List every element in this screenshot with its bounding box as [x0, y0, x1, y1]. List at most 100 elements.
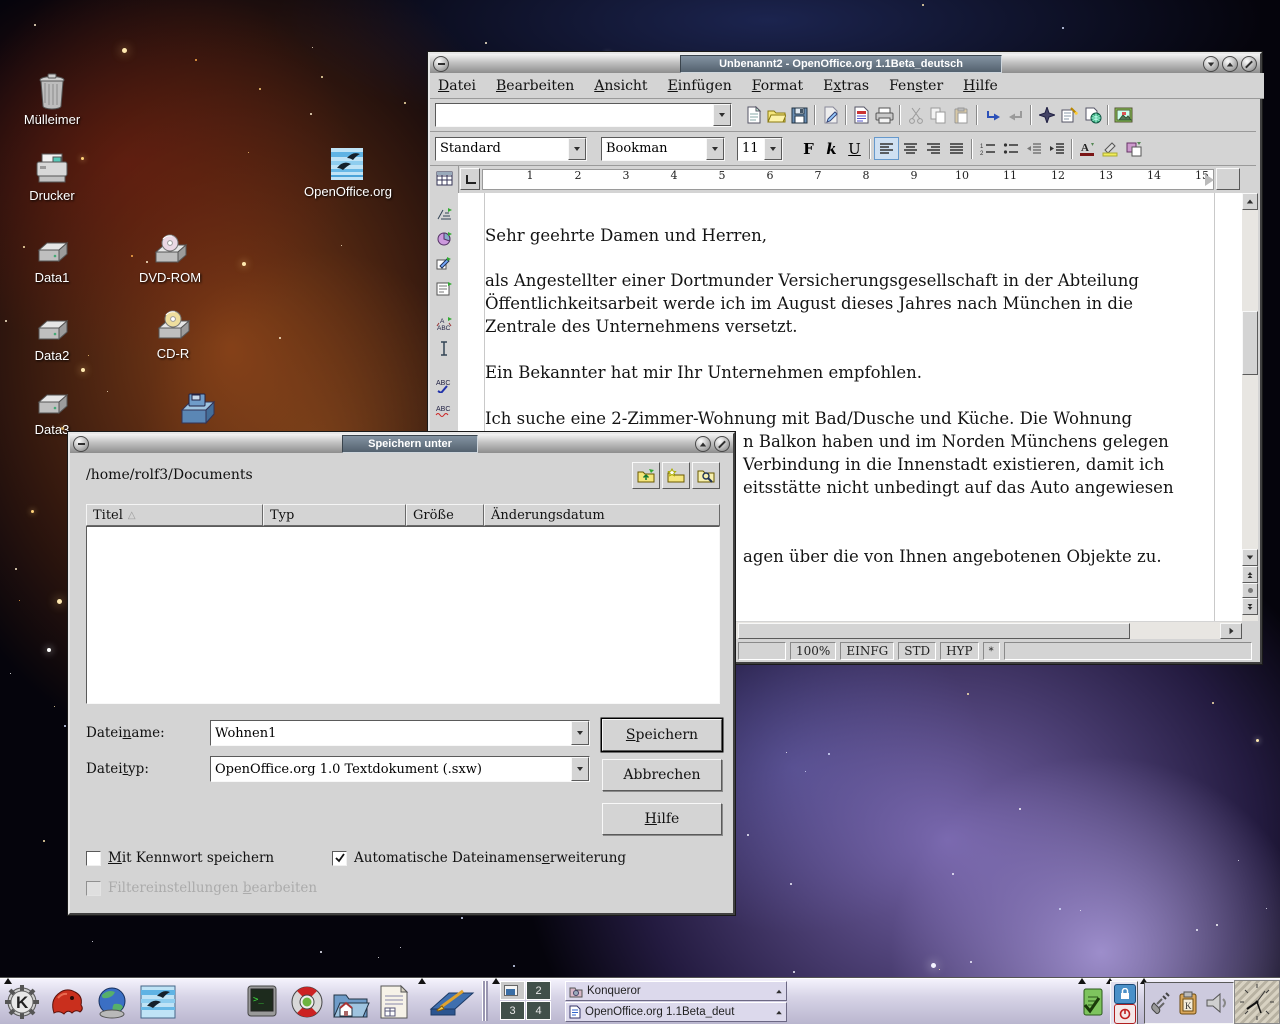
font-color-button[interactable]: A	[1076, 138, 1099, 159]
kmenu-button[interactable]: K	[2, 982, 42, 1022]
desktop-icon-data3[interactable]: Data3	[9, 390, 95, 437]
hyperlink-button[interactable]	[1081, 105, 1104, 126]
pager-desktop-3[interactable]: 3	[500, 1001, 525, 1020]
logout-button[interactable]	[1114, 1004, 1136, 1024]
url-combobox[interactable]	[435, 103, 732, 127]
file-list-body[interactable]	[86, 526, 720, 704]
copy-button[interactable]	[927, 105, 950, 126]
style-value[interactable]: Standard	[436, 139, 568, 158]
minimize-button[interactable]	[1203, 56, 1219, 72]
level-up-button[interactable]	[632, 462, 660, 489]
vertical-scroll-thumb[interactable]	[1242, 311, 1258, 375]
url-value[interactable]	[436, 113, 713, 117]
create-directory-button[interactable]	[662, 462, 690, 489]
dialog-menu-button[interactable]	[73, 436, 89, 452]
cut-button[interactable]	[904, 105, 927, 126]
task-openoffice[interactable]: OpenOffice.org 1.1Beta_deut	[565, 1002, 787, 1022]
filetype-dropdown-button[interactable]	[571, 757, 589, 781]
desktop-icon-openoffice[interactable]: OpenOffice.org	[304, 146, 390, 199]
save-confirm-button[interactable]: Speichern	[602, 719, 722, 751]
align-center-button[interactable]	[899, 138, 922, 159]
tab-type-button[interactable]	[460, 168, 480, 190]
numbered-list-button[interactable]: 12	[976, 138, 999, 159]
dragon-app-button[interactable]	[46, 982, 86, 1022]
desktop-icon-data2[interactable]: Data2	[9, 316, 95, 363]
terminal-launcher[interactable]: >_	[242, 982, 282, 1022]
menu-hilfe[interactable]: Hilfe	[963, 78, 998, 94]
navigator-button[interactable]	[1035, 105, 1058, 126]
status-zoom[interactable]: 100%	[790, 642, 836, 660]
insert-object-button[interactable]	[433, 228, 456, 249]
navigation-dot-button[interactable]	[1242, 583, 1258, 598]
scroll-up-button[interactable]	[1242, 193, 1258, 210]
vertical-scrollbar[interactable]	[1242, 193, 1258, 621]
suse-help-launcher[interactable]	[287, 982, 327, 1022]
applet-handle[interactable]	[418, 978, 426, 984]
scroll-right-button[interactable]	[1220, 623, 1242, 639]
horizontal-scroll-thumb[interactable]	[738, 623, 1130, 639]
task-konqueror[interactable]: Konqueror	[565, 981, 787, 1001]
auto-extension-checkbox-row[interactable]: Automatische Dateinamenserweiterung	[332, 850, 626, 866]
filetype-value[interactable]: OpenOffice.org 1.0 Textdokument (.sxw)	[211, 760, 571, 779]
autotext-button[interactable]: AABC	[433, 313, 456, 334]
bullet-list-button[interactable]	[999, 138, 1022, 159]
filetype-combobox[interactable]: OpenOffice.org 1.0 Textdokument (.sxw)	[210, 756, 590, 782]
redo-button[interactable]	[1004, 105, 1027, 126]
insert-table-button[interactable]	[433, 168, 456, 189]
gallery-button[interactable]	[1112, 105, 1135, 126]
align-left-button[interactable]	[874, 137, 899, 160]
pager-desktop-1[interactable]	[500, 981, 525, 1000]
insert-section-button[interactable]	[433, 203, 456, 224]
help-button[interactable]: Hilfe	[602, 803, 722, 835]
dialog-titlebar[interactable]: Speichern unter	[70, 434, 733, 453]
column-header-aenderungsdatum[interactable]: Änderungsdatum	[484, 504, 720, 526]
desktop-icon-dvdrom[interactable]: DVD-ROM	[127, 232, 213, 285]
stylist-button[interactable]	[1058, 105, 1081, 126]
draw-functions-button[interactable]	[433, 253, 456, 274]
applet-handle[interactable]	[492, 978, 500, 984]
desktop-icon-trash[interactable]: Mülleimer	[9, 70, 95, 127]
style-dropdown-button[interactable]	[568, 138, 586, 160]
default-directory-button[interactable]	[692, 462, 720, 489]
open-button[interactable]	[765, 105, 788, 126]
paste-button[interactable]	[950, 105, 973, 126]
dialog-close-button[interactable]	[714, 436, 730, 452]
menu-datei[interactable]: Datei	[438, 78, 476, 94]
underline-button[interactable]: U	[843, 138, 866, 159]
window-menu-button[interactable]	[433, 56, 449, 72]
browser-globe-button[interactable]	[92, 982, 132, 1022]
font-value[interactable]: Bookman	[602, 139, 706, 158]
lock-session-button[interactable]	[1114, 984, 1136, 1004]
notes-launcher[interactable]	[376, 982, 412, 1022]
password-checkbox-row[interactable]: Mit Kennwort speichern	[86, 850, 274, 866]
column-header-typ[interactable]: Typ	[263, 504, 406, 526]
menu-ansicht[interactable]: Ansicht	[594, 78, 647, 94]
form-functions-button[interactable]	[433, 278, 456, 299]
status-hyperlink-mode[interactable]: HYP	[940, 642, 978, 660]
susewatcher-tray-icon[interactable]	[1078, 982, 1108, 1022]
decrease-indent-button[interactable]	[1022, 138, 1045, 159]
desktop-icon-cdr[interactable]: CD-R	[130, 308, 216, 361]
auto-extension-checkbox[interactable]	[332, 851, 347, 866]
font-dropdown-button[interactable]	[706, 138, 724, 160]
cancel-button[interactable]: Abbrechen	[602, 759, 722, 791]
italic-button[interactable]: k	[820, 138, 843, 159]
previous-page-button[interactable]	[1242, 566, 1258, 583]
menu-format[interactable]: Format	[752, 78, 803, 94]
auto-spellcheck-button[interactable]: ABC	[433, 400, 456, 421]
filename-combobox[interactable]: Wohnen1	[210, 720, 590, 746]
align-right-button[interactable]	[922, 138, 945, 159]
spellcheck-button[interactable]: ABC	[433, 375, 456, 396]
column-header-groesse[interactable]: Größe	[406, 504, 484, 526]
print-button[interactable]	[873, 105, 896, 126]
writer-titlebar[interactable]: Unbenannt2 - OpenOffice.org 1.1Beta_deut…	[430, 54, 1260, 73]
undo-button[interactable]	[981, 105, 1004, 126]
openoffice-launcher[interactable]	[138, 982, 178, 1022]
pager-desktop-4[interactable]: 4	[526, 1001, 551, 1020]
style-combobox[interactable]: Standard	[435, 137, 587, 161]
background-color-button[interactable]	[1122, 138, 1145, 159]
clock-applet[interactable]	[1234, 980, 1280, 1024]
filename-value[interactable]: Wohnen1	[211, 724, 571, 743]
filename-dropdown-button[interactable]	[571, 721, 589, 745]
task-expand-icon[interactable]	[776, 989, 782, 993]
